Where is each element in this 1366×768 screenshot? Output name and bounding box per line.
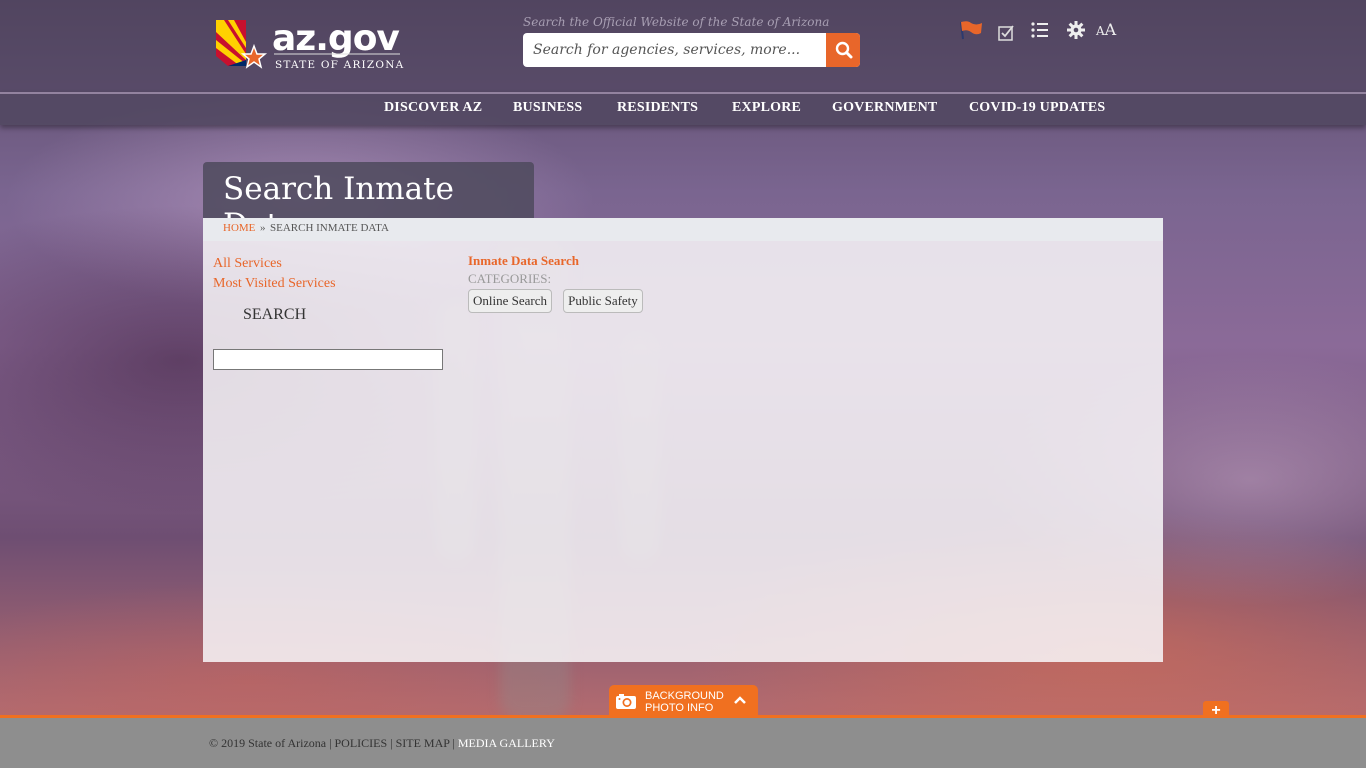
photo-info-label: BACKGROUND PHOTO INFO [645, 690, 724, 714]
gear-icon [1067, 21, 1085, 39]
search-button[interactable] [826, 33, 860, 67]
footer-separator: | [390, 736, 393, 750]
logo-wordmark: az.gov [272, 18, 399, 59]
nav-discover-az[interactable]: DISCOVER AZ [384, 100, 482, 116]
logo-subtext: STATE OF ARIZONA [275, 59, 404, 71]
category-chips: Online Search Public Safety [468, 289, 649, 313]
copyright: © 2019 State of Arizona [209, 736, 327, 750]
list-icon [1031, 22, 1048, 38]
site-search [523, 33, 860, 67]
flag-button[interactable] [958, 20, 984, 44]
all-services-link[interactable]: All Services [213, 254, 453, 274]
nav-explore[interactable]: EXPLORE [732, 100, 801, 116]
footer-site-map-link[interactable]: SITE MAP [396, 736, 450, 750]
footer-text: © 2019 State of Arizona | POLICIES | SIT… [209, 736, 555, 751]
footer-policies-link[interactable]: POLICIES [335, 736, 388, 750]
site-search-input[interactable] [523, 33, 823, 67]
main-nav: DISCOVER AZ BUSINESS RESIDENTS EXPLORE G… [0, 92, 1366, 125]
camera-icon [616, 694, 636, 709]
breadcrumb-current: SEARCH INMATE DATA [270, 222, 389, 234]
photo-info-line2: PHOTO INFO [645, 702, 714, 714]
sidebar-search-label: SEARCH [243, 306, 307, 323]
background-photo-info-button[interactable]: BACKGROUND PHOTO INFO [609, 685, 758, 717]
sidebar: All Services Most Visited Services SEARC… [213, 254, 453, 370]
flag-icon [960, 21, 982, 40]
arizona-flag-logo-icon: az.gov STATE OF ARIZONA [216, 18, 404, 71]
text-size-button[interactable]: AA [1096, 20, 1116, 39]
category-chip-online-search[interactable]: Online Search [468, 289, 553, 313]
search-icon [835, 41, 853, 59]
category-chip-public-safety[interactable]: Public Safety [563, 289, 643, 313]
content-panel: HOME » SEARCH INMATE DATA All Services M… [203, 218, 1163, 662]
page-title-tab: Search Inmate Data [203, 162, 534, 243]
footer-separator: | [452, 736, 455, 750]
list-button[interactable] [1031, 22, 1049, 42]
site-header: az.gov STATE OF ARIZONA Search the Offic… [0, 0, 1366, 92]
photo-info-line1: BACKGROUND [645, 690, 724, 702]
text-size-icon: AA [1096, 20, 1117, 39]
breadcrumb: HOME » SEARCH INMATE DATA [203, 218, 1163, 241]
chevron-up-icon [734, 696, 746, 704]
checklist-button[interactable] [998, 24, 1016, 46]
sidebar-search-input[interactable] [213, 349, 443, 370]
footer-media-gallery-link[interactable]: MEDIA GALLERY [458, 736, 555, 750]
az-gov-logo[interactable]: az.gov STATE OF ARIZONA [214, 16, 404, 72]
breadcrumb-separator: » [260, 222, 266, 234]
nav-residents[interactable]: RESIDENTS [617, 100, 698, 116]
nav-business[interactable]: BUSINESS [513, 100, 582, 116]
checkbox-icon [998, 25, 1014, 41]
result-title-link[interactable]: Inmate Data Search [468, 253, 649, 269]
breadcrumb-home-link[interactable]: HOME [223, 222, 255, 234]
search-result: Inmate Data Search CATEGORIES: Online Se… [468, 253, 649, 313]
search-caption: Search the Official Website of the State… [523, 15, 830, 29]
nav-government[interactable]: GOVERNMENT [832, 100, 937, 116]
nav-covid-19-updates[interactable]: COVID-19 UPDATES [969, 100, 1105, 116]
categories-label: CATEGORIES: [468, 271, 552, 286]
footer-separator: | [329, 736, 332, 750]
settings-button[interactable] [1067, 21, 1085, 43]
most-visited-services-link[interactable]: Most Visited Services [213, 274, 453, 294]
site-footer: © 2019 State of Arizona | POLICIES | SIT… [0, 715, 1366, 768]
